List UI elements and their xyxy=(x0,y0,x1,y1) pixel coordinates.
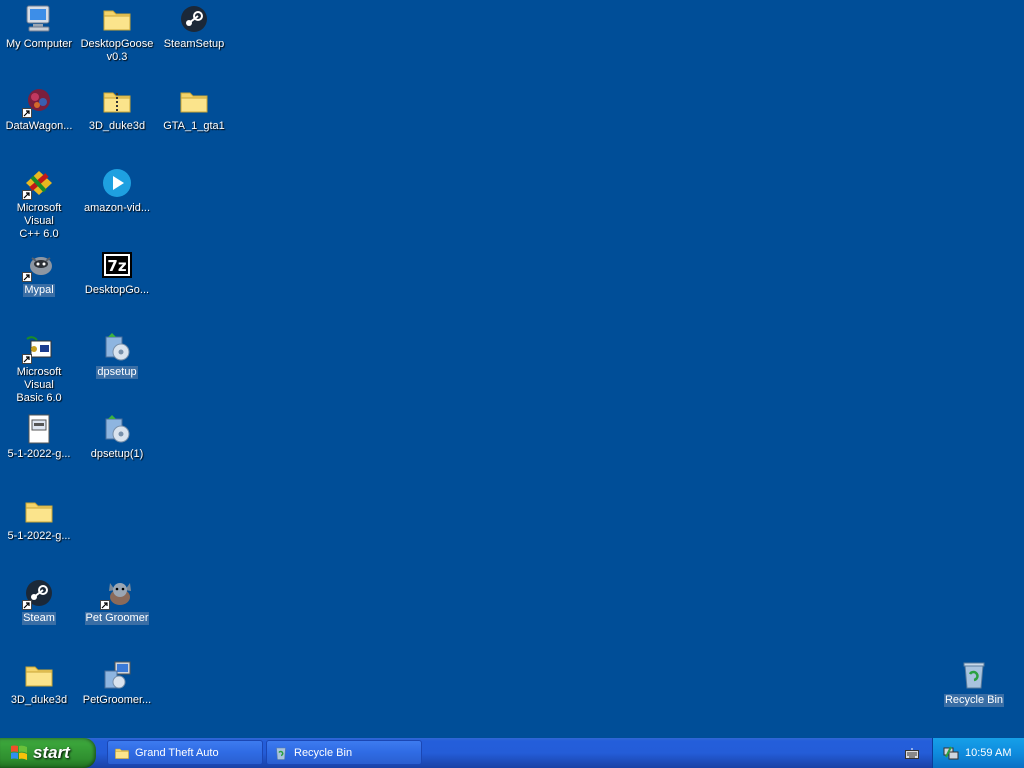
folder-icon xyxy=(177,84,211,118)
desktop-icon-document[interactable]: 5-1-2022-g... xyxy=(0,412,78,490)
desktop-icon-visual-basic[interactable]: Microsoft Visual Basic 6.0 xyxy=(0,330,78,408)
desktop-icon-mypal[interactable]: Mypal xyxy=(0,248,78,326)
network-icon[interactable] xyxy=(943,745,959,761)
desktop-icon-folder[interactable]: DesktopGoose v0.3 xyxy=(78,2,156,80)
icon-label: Microsoft Visual C++ 6.0 xyxy=(16,202,62,240)
taskbar-button-recycle-bin[interactable]: Recycle Bin xyxy=(266,740,422,765)
desktop-icon-folder[interactable]: 3D_duke3d xyxy=(0,658,78,736)
shortcut-arrow-icon xyxy=(22,272,32,282)
start-label: start xyxy=(33,743,70,762)
taskbar-button-label: Grand Theft Auto xyxy=(135,746,219,759)
taskbar: start Grand Theft Auto Recycle Bin 10:59… xyxy=(0,738,1024,768)
installer-icon xyxy=(100,330,134,364)
windows-logo-icon xyxy=(11,745,27,760)
desktop-icon-amazon-video[interactable]: amazon-vid... xyxy=(78,166,156,244)
icon-label: dpsetup(1) xyxy=(90,448,144,460)
icon-label: DesktopGoose v0.3 xyxy=(80,38,154,63)
steam-icon xyxy=(22,576,56,610)
desktop-icon-steamsetup[interactable]: SteamSetup xyxy=(155,2,233,80)
icon-label: DataWagon... xyxy=(5,120,73,132)
icon-label: PetGroomer... xyxy=(82,694,152,706)
clock[interactable]: 10:59 AM xyxy=(965,747,1011,759)
datawagon-icon xyxy=(22,84,56,118)
icon-label: Microsoft Visual Basic 6.0 xyxy=(16,366,62,404)
desktop-icon-steam[interactable]: Steam xyxy=(0,576,78,654)
folder-icon xyxy=(22,658,56,692)
setup-icon xyxy=(100,658,134,692)
icon-label: dpsetup xyxy=(96,366,138,379)
taskbar-button-label: Recycle Bin xyxy=(294,746,353,759)
zip-folder-icon xyxy=(100,84,134,118)
icon-label: 3D_duke3d xyxy=(88,120,146,132)
keyboard-icon[interactable] xyxy=(905,747,919,765)
desktop-icon-petgroomer-setup[interactable]: PetGroomer... xyxy=(78,658,156,736)
recycle-bin-icon xyxy=(957,658,991,692)
desktop-icon-visual-cpp[interactable]: Microsoft Visual C++ 6.0 xyxy=(0,166,78,244)
amazon-video-icon xyxy=(100,166,134,200)
desktop-icon-recycle-bin[interactable]: Recycle Bin xyxy=(935,658,1013,736)
desktop-icon-pet-groomer[interactable]: Pet Groomer xyxy=(78,576,156,654)
folder-icon xyxy=(22,494,56,528)
shortcut-arrow-icon xyxy=(22,190,32,200)
icon-label: amazon-vid... xyxy=(83,202,151,214)
pet-groomer-icon xyxy=(100,576,134,610)
icon-label: Mypal xyxy=(23,284,55,297)
my-computer-icon xyxy=(22,2,56,36)
desktop-icon-datawagon[interactable]: DataWagon... xyxy=(0,84,78,162)
icon-label: SteamSetup xyxy=(163,38,225,50)
icon-label: 3D_duke3d xyxy=(10,694,68,706)
desktop: My Computer DataWagon... Microsoft Visua… xyxy=(0,0,1024,738)
folder-icon xyxy=(100,2,134,36)
visual-cpp-icon xyxy=(22,166,56,200)
shortcut-arrow-icon xyxy=(100,600,110,610)
start-button[interactable]: start xyxy=(0,738,96,768)
icon-label: 5-1-2022-g... xyxy=(7,530,71,542)
svg-text:7z: 7z xyxy=(107,257,126,275)
desktop-icon-dpsetup[interactable]: dpsetup xyxy=(78,330,156,408)
shortcut-arrow-icon xyxy=(22,354,32,364)
desktop-icon-folder[interactable]: GTA_1_gta1 xyxy=(155,84,233,162)
shortcut-arrow-icon xyxy=(22,600,32,610)
desktop-icon-folder[interactable]: 5-1-2022-g... xyxy=(0,494,78,572)
icon-label: Steam xyxy=(22,612,56,625)
icon-label: DesktopGo... xyxy=(84,284,150,296)
taskbar-button-grand-theft-auto[interactable]: Grand Theft Auto xyxy=(107,740,263,765)
icon-label: Pet Groomer xyxy=(84,612,150,625)
desktop-icon-zip-folder[interactable]: 3D_duke3d xyxy=(78,84,156,162)
icon-label: Recycle Bin xyxy=(943,694,1005,707)
desktop-icon-7zip[interactable]: 7z DesktopGo... xyxy=(78,248,156,326)
document-icon xyxy=(22,412,56,446)
7zip-icon: 7z xyxy=(100,248,134,282)
installer-icon xyxy=(100,412,134,446)
recycle-bin-icon xyxy=(273,745,289,761)
icon-label: 5-1-2022-g... xyxy=(7,448,71,460)
steam-icon xyxy=(177,2,211,36)
folder-icon xyxy=(114,745,130,761)
desktop-icon-dpsetup-1[interactable]: dpsetup(1) xyxy=(78,412,156,490)
desktop-icon-my-computer[interactable]: My Computer xyxy=(0,2,78,80)
icon-label: GTA_1_gta1 xyxy=(163,120,225,132)
system-tray: 10:59 AM xyxy=(932,738,1024,768)
mypal-icon xyxy=(22,248,56,282)
icon-label: My Computer xyxy=(5,38,73,50)
visual-basic-icon xyxy=(22,330,56,364)
shortcut-arrow-icon xyxy=(22,108,32,118)
